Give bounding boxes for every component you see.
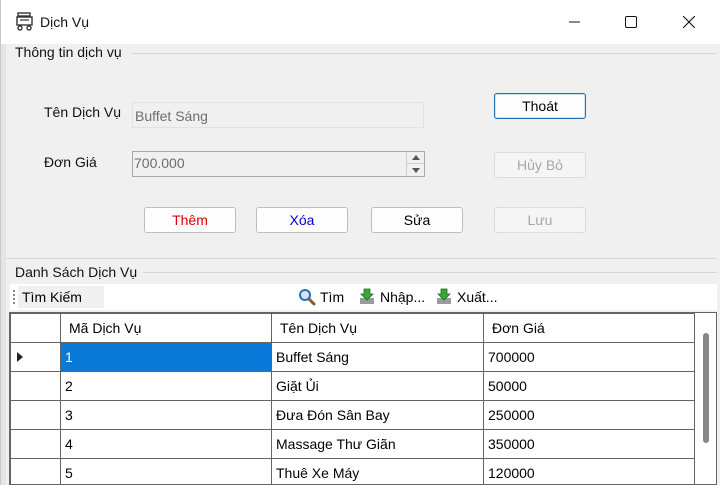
minimize-icon (569, 21, 580, 23)
cell-name[interactable]: Đưa Đón Sân Bay (271, 400, 484, 430)
service-table: Mã Dịch Vụ Tên Dịch Vụ Đơn Giá 1 Buffet … (10, 313, 695, 484)
chevron-up-icon (411, 155, 420, 160)
table-row[interactable]: 1 Buffet Sáng 700000 (10, 342, 695, 372)
cell-id[interactable]: 5 (60, 458, 272, 484)
cell-price[interactable]: 700000 (483, 342, 695, 372)
table-row[interactable]: 2 Giặt Ủi 50000 (10, 371, 695, 401)
maximize-button[interactable] (602, 0, 660, 44)
title-bar[interactable]: Dịch Vụ (1, 0, 720, 44)
price-stepper[interactable]: 700.000 (132, 151, 425, 177)
import-label: Nhập... (380, 289, 426, 305)
cell-id[interactable]: 1 (60, 342, 272, 372)
import-button[interactable]: Nhập... (358, 287, 425, 307)
row-header[interactable] (10, 371, 61, 401)
section-divider (6, 258, 717, 259)
cell-id[interactable]: 3 (60, 400, 272, 430)
delete-button[interactable]: Xóa (256, 207, 348, 233)
toolbar-grip[interactable] (13, 290, 15, 304)
spin-up-button[interactable] (407, 152, 424, 164)
chevron-down-icon (411, 167, 420, 173)
scrollbar-thumb[interactable] (703, 333, 709, 443)
info-group-title: Thông tin dịch vụ (15, 44, 122, 60)
close-button[interactable] (660, 0, 718, 44)
cancel-button[interactable]: Hủy Bỏ (494, 152, 586, 178)
magnifier-icon (299, 289, 316, 306)
table-row[interactable]: 4 Massage Thư Giãn 350000 (10, 429, 695, 459)
export-button[interactable]: Xuất... (435, 287, 497, 307)
service-window: Dịch Vụ Thông tin dịch vụ Tên Dịch Vụ Bu… (0, 0, 720, 485)
cell-name[interactable]: Giặt Ủi (271, 371, 484, 401)
cell-id[interactable]: 4 (60, 429, 272, 459)
search-label: Tìm Kiếm (18, 286, 104, 308)
list-group-title: Danh Sách Dịch Vụ (15, 264, 138, 280)
window-edge (1, 44, 6, 485)
cell-name[interactable]: Buffet Sáng (271, 342, 484, 372)
maximize-icon (625, 16, 637, 28)
close-icon (683, 16, 695, 28)
row-header[interactable] (10, 400, 61, 430)
edit-button[interactable]: Sửa (371, 207, 463, 233)
service-cart-icon (15, 11, 35, 31)
price-spin-buttons (406, 152, 424, 176)
cell-price[interactable]: 250000 (483, 400, 695, 430)
cell-price[interactable]: 50000 (483, 371, 695, 401)
row-header[interactable] (10, 429, 61, 459)
current-row-arrow-icon (17, 352, 23, 362)
minimize-button[interactable] (546, 0, 604, 44)
header-row: Mã Dịch Vụ Tên Dịch Vụ Đơn Giá (10, 313, 695, 343)
column-header-name[interactable]: Tên Dịch Vụ (271, 313, 484, 343)
service-name-label: Tên Dịch Vụ (44, 104, 122, 120)
service-grid[interactable]: Mã Dịch Vụ Tên Dịch Vụ Đơn Giá 1 Buffet … (9, 312, 717, 485)
corner-header[interactable] (10, 313, 61, 343)
list-group-border (143, 272, 717, 273)
column-header-price[interactable]: Đơn Giá (483, 313, 695, 343)
list-toolbar: Tìm Kiếm Tìm Nhập... Xuất... (10, 284, 717, 310)
price-value: 700.000 (134, 155, 185, 171)
cell-price[interactable]: 350000 (483, 429, 695, 459)
add-button[interactable]: Thêm (144, 207, 236, 233)
service-name-field[interactable]: Buffet Sáng (132, 102, 424, 128)
table-row[interactable]: 3 Đưa Đón Sân Bay 250000 (10, 400, 695, 430)
table-row[interactable]: 5 Thuê Xe Máy 120000 (10, 458, 695, 484)
export-icon (437, 288, 451, 304)
cell-id[interactable]: 2 (60, 371, 272, 401)
column-header-id[interactable]: Mã Dịch Vụ (60, 313, 272, 343)
cell-price[interactable]: 120000 (483, 458, 695, 484)
price-label: Đơn Giá (44, 154, 97, 170)
import-icon (360, 288, 374, 304)
window-title: Dịch Vụ (40, 14, 90, 30)
save-button[interactable]: Lưu (494, 207, 586, 233)
spin-down-button[interactable] (407, 164, 424, 176)
row-header[interactable] (10, 342, 61, 372)
info-group-border (132, 53, 717, 54)
find-label: Tìm (320, 289, 345, 305)
cell-name[interactable]: Thuê Xe Máy (271, 458, 484, 484)
row-header[interactable] (10, 458, 61, 484)
find-button[interactable]: Tìm (298, 287, 344, 307)
exit-button[interactable]: Thoát (494, 93, 586, 119)
export-label: Xuất... (457, 289, 498, 305)
cell-name[interactable]: Massage Thư Giãn (271, 429, 484, 459)
